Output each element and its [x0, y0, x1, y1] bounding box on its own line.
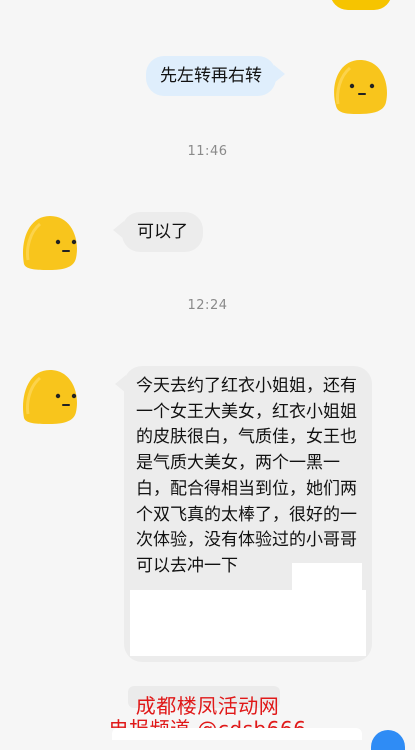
message-input[interactable] [112, 728, 362, 740]
sent-message-bubble[interactable]: 先左转再右转 [146, 56, 285, 96]
yellow-blob-face-icon [334, 60, 387, 114]
input-bar [0, 728, 415, 750]
avatar-partial-top [330, 0, 392, 10]
sent-message-text: 先左转再右转 [160, 66, 262, 86]
redaction-block [130, 590, 366, 656]
chat-view: 先左转再右转 11:46 可以了 12:24 今天去约了红衣小姐姐，还有一个女王… [0, 0, 415, 750]
contact-avatar[interactable] [18, 366, 82, 426]
timestamp: 11:46 [187, 144, 228, 159]
yellow-blob-face-icon [23, 216, 77, 270]
received-message-text: 可以了 [137, 222, 188, 242]
received-message-bubble[interactable]: 今天去约了红衣小姐姐，还有一个女王大美女，红衣小姐姐的皮肤很白，气质佳，女王也是… [115, 366, 372, 662]
send-button-icon[interactable] [371, 730, 405, 750]
bubble-tail [113, 221, 124, 239]
received-message-bubble[interactable]: 可以了 [113, 212, 203, 252]
timestamp: 12:24 [187, 298, 228, 313]
received-message-text: 今天去约了红衣小姐姐，还有一个女王大美女，红衣小姐姐的皮肤很白，气质佳，女王也是… [136, 376, 357, 576]
contact-avatar[interactable] [18, 212, 82, 272]
bubble-tail [115, 375, 126, 393]
bubble-tail [274, 65, 285, 83]
yellow-blob-face-icon [23, 370, 77, 424]
self-avatar[interactable] [328, 56, 392, 116]
